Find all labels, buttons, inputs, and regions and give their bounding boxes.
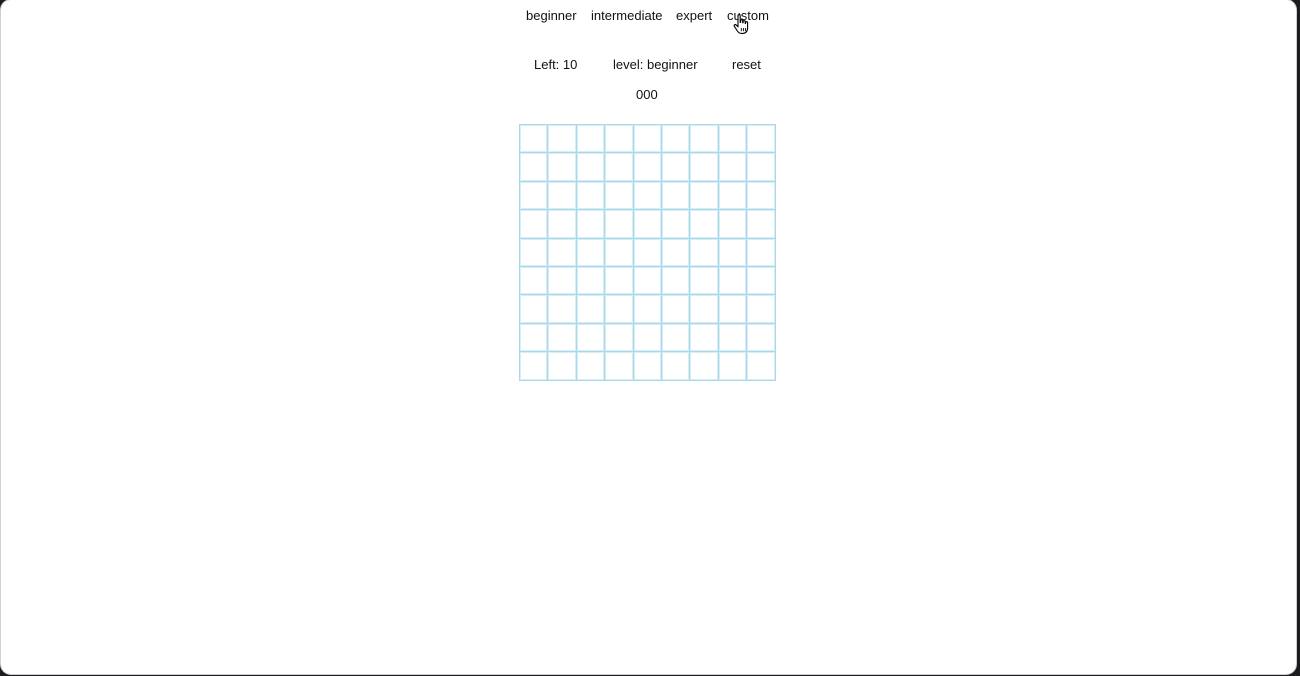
board-cell[interactable] bbox=[633, 266, 662, 296]
board-cell[interactable] bbox=[661, 238, 691, 267]
board-cell[interactable] bbox=[661, 295, 691, 324]
level-custom-button[interactable]: custom bbox=[727, 8, 769, 24]
board-cell[interactable] bbox=[690, 352, 719, 381]
board-cell[interactable] bbox=[633, 323, 662, 353]
board-cell[interactable] bbox=[633, 352, 662, 381]
board-cell[interactable] bbox=[605, 181, 634, 211]
board-cell[interactable] bbox=[576, 238, 606, 267]
board-cell[interactable] bbox=[747, 295, 776, 324]
board-cell[interactable] bbox=[690, 153, 719, 182]
board-cell[interactable] bbox=[747, 210, 776, 239]
board-cell[interactable] bbox=[661, 181, 691, 211]
board-cell[interactable] bbox=[690, 181, 719, 211]
board-cell[interactable] bbox=[520, 181, 549, 211]
reset-button[interactable]: reset bbox=[732, 57, 761, 73]
board-cell[interactable] bbox=[747, 266, 776, 296]
board-cell[interactable] bbox=[718, 352, 748, 381]
board-cell[interactable] bbox=[633, 210, 662, 239]
board-cell[interactable] bbox=[548, 210, 577, 239]
game-window: beginner intermediate expert custom Left… bbox=[1, 0, 1296, 674]
board-cell[interactable] bbox=[548, 352, 577, 381]
board-cell[interactable] bbox=[520, 352, 549, 381]
board-cell[interactable] bbox=[690, 238, 719, 267]
board-cell[interactable] bbox=[548, 153, 577, 182]
board-cell[interactable] bbox=[520, 323, 549, 353]
board-cell[interactable] bbox=[661, 266, 691, 296]
board-cell[interactable] bbox=[520, 238, 549, 267]
current-level-label: level: beginner bbox=[613, 57, 698, 72]
board-cell[interactable] bbox=[690, 210, 719, 239]
board-cell[interactable] bbox=[605, 295, 634, 324]
level-selector: beginner intermediate expert custom bbox=[1, 8, 1296, 26]
level-intermediate-button[interactable]: intermediate bbox=[591, 8, 663, 24]
board-cell[interactable] bbox=[690, 266, 719, 296]
board-cell[interactable] bbox=[605, 323, 634, 353]
board-cell[interactable] bbox=[747, 323, 776, 353]
status-row: Left: 10 level: beginner reset bbox=[1, 57, 1296, 75]
board-cell[interactable] bbox=[605, 153, 634, 182]
board-cell[interactable] bbox=[747, 238, 776, 267]
board-cell[interactable] bbox=[548, 295, 577, 324]
board-cell[interactable] bbox=[747, 352, 776, 381]
board-cell[interactable] bbox=[661, 125, 691, 154]
board-cell[interactable] bbox=[576, 125, 606, 154]
board-cell[interactable] bbox=[661, 323, 691, 353]
level-expert-button[interactable]: expert bbox=[676, 8, 712, 24]
board-cell[interactable] bbox=[690, 125, 719, 154]
board-cell[interactable] bbox=[633, 295, 662, 324]
board-cell[interactable] bbox=[718, 181, 748, 211]
board-cell[interactable] bbox=[605, 266, 634, 296]
board-cell[interactable] bbox=[690, 323, 719, 353]
board-cell[interactable] bbox=[576, 352, 606, 381]
board-cell[interactable] bbox=[661, 352, 691, 381]
board-cell[interactable] bbox=[520, 125, 549, 154]
board-cell[interactable] bbox=[633, 153, 662, 182]
board-cell[interactable] bbox=[548, 238, 577, 267]
board-cell[interactable] bbox=[661, 153, 691, 182]
board-cell[interactable] bbox=[747, 181, 776, 211]
board-cell[interactable] bbox=[520, 210, 549, 239]
timer-display: 000 bbox=[636, 87, 658, 102]
board-cell[interactable] bbox=[576, 295, 606, 324]
minefield-grid bbox=[519, 124, 776, 381]
board-cell[interactable] bbox=[605, 125, 634, 154]
board-cell[interactable] bbox=[520, 266, 549, 296]
board-cell[interactable] bbox=[718, 238, 748, 267]
board-cell[interactable] bbox=[520, 295, 549, 324]
board-cell[interactable] bbox=[548, 266, 577, 296]
board-cell[interactable] bbox=[576, 210, 606, 239]
mines-left-counter: Left: 10 bbox=[534, 57, 578, 72]
board-cell[interactable] bbox=[605, 238, 634, 267]
board-cell[interactable] bbox=[633, 181, 662, 211]
board-cell[interactable] bbox=[747, 125, 776, 154]
board-cell[interactable] bbox=[548, 323, 577, 353]
board-cell[interactable] bbox=[661, 210, 691, 239]
board-cell[interactable] bbox=[718, 210, 748, 239]
board-cell[interactable] bbox=[718, 323, 748, 353]
board-cell[interactable] bbox=[605, 352, 634, 381]
board-cell[interactable] bbox=[633, 125, 662, 154]
board-cell[interactable] bbox=[548, 125, 577, 154]
board-cell[interactable] bbox=[718, 125, 748, 154]
board-cell[interactable] bbox=[520, 153, 549, 182]
board-cell[interactable] bbox=[576, 153, 606, 182]
board-cell[interactable] bbox=[633, 238, 662, 267]
board-cell[interactable] bbox=[576, 181, 606, 211]
board-cell[interactable] bbox=[576, 323, 606, 353]
board-cell[interactable] bbox=[605, 210, 634, 239]
board-cell[interactable] bbox=[690, 295, 719, 324]
board-cell[interactable] bbox=[718, 153, 748, 182]
board-cell[interactable] bbox=[718, 266, 748, 296]
board-cell[interactable] bbox=[576, 266, 606, 296]
board-cell[interactable] bbox=[548, 181, 577, 211]
level-beginner-button[interactable]: beginner bbox=[526, 8, 577, 24]
board-cell[interactable] bbox=[718, 295, 748, 324]
board-cell[interactable] bbox=[747, 153, 776, 182]
